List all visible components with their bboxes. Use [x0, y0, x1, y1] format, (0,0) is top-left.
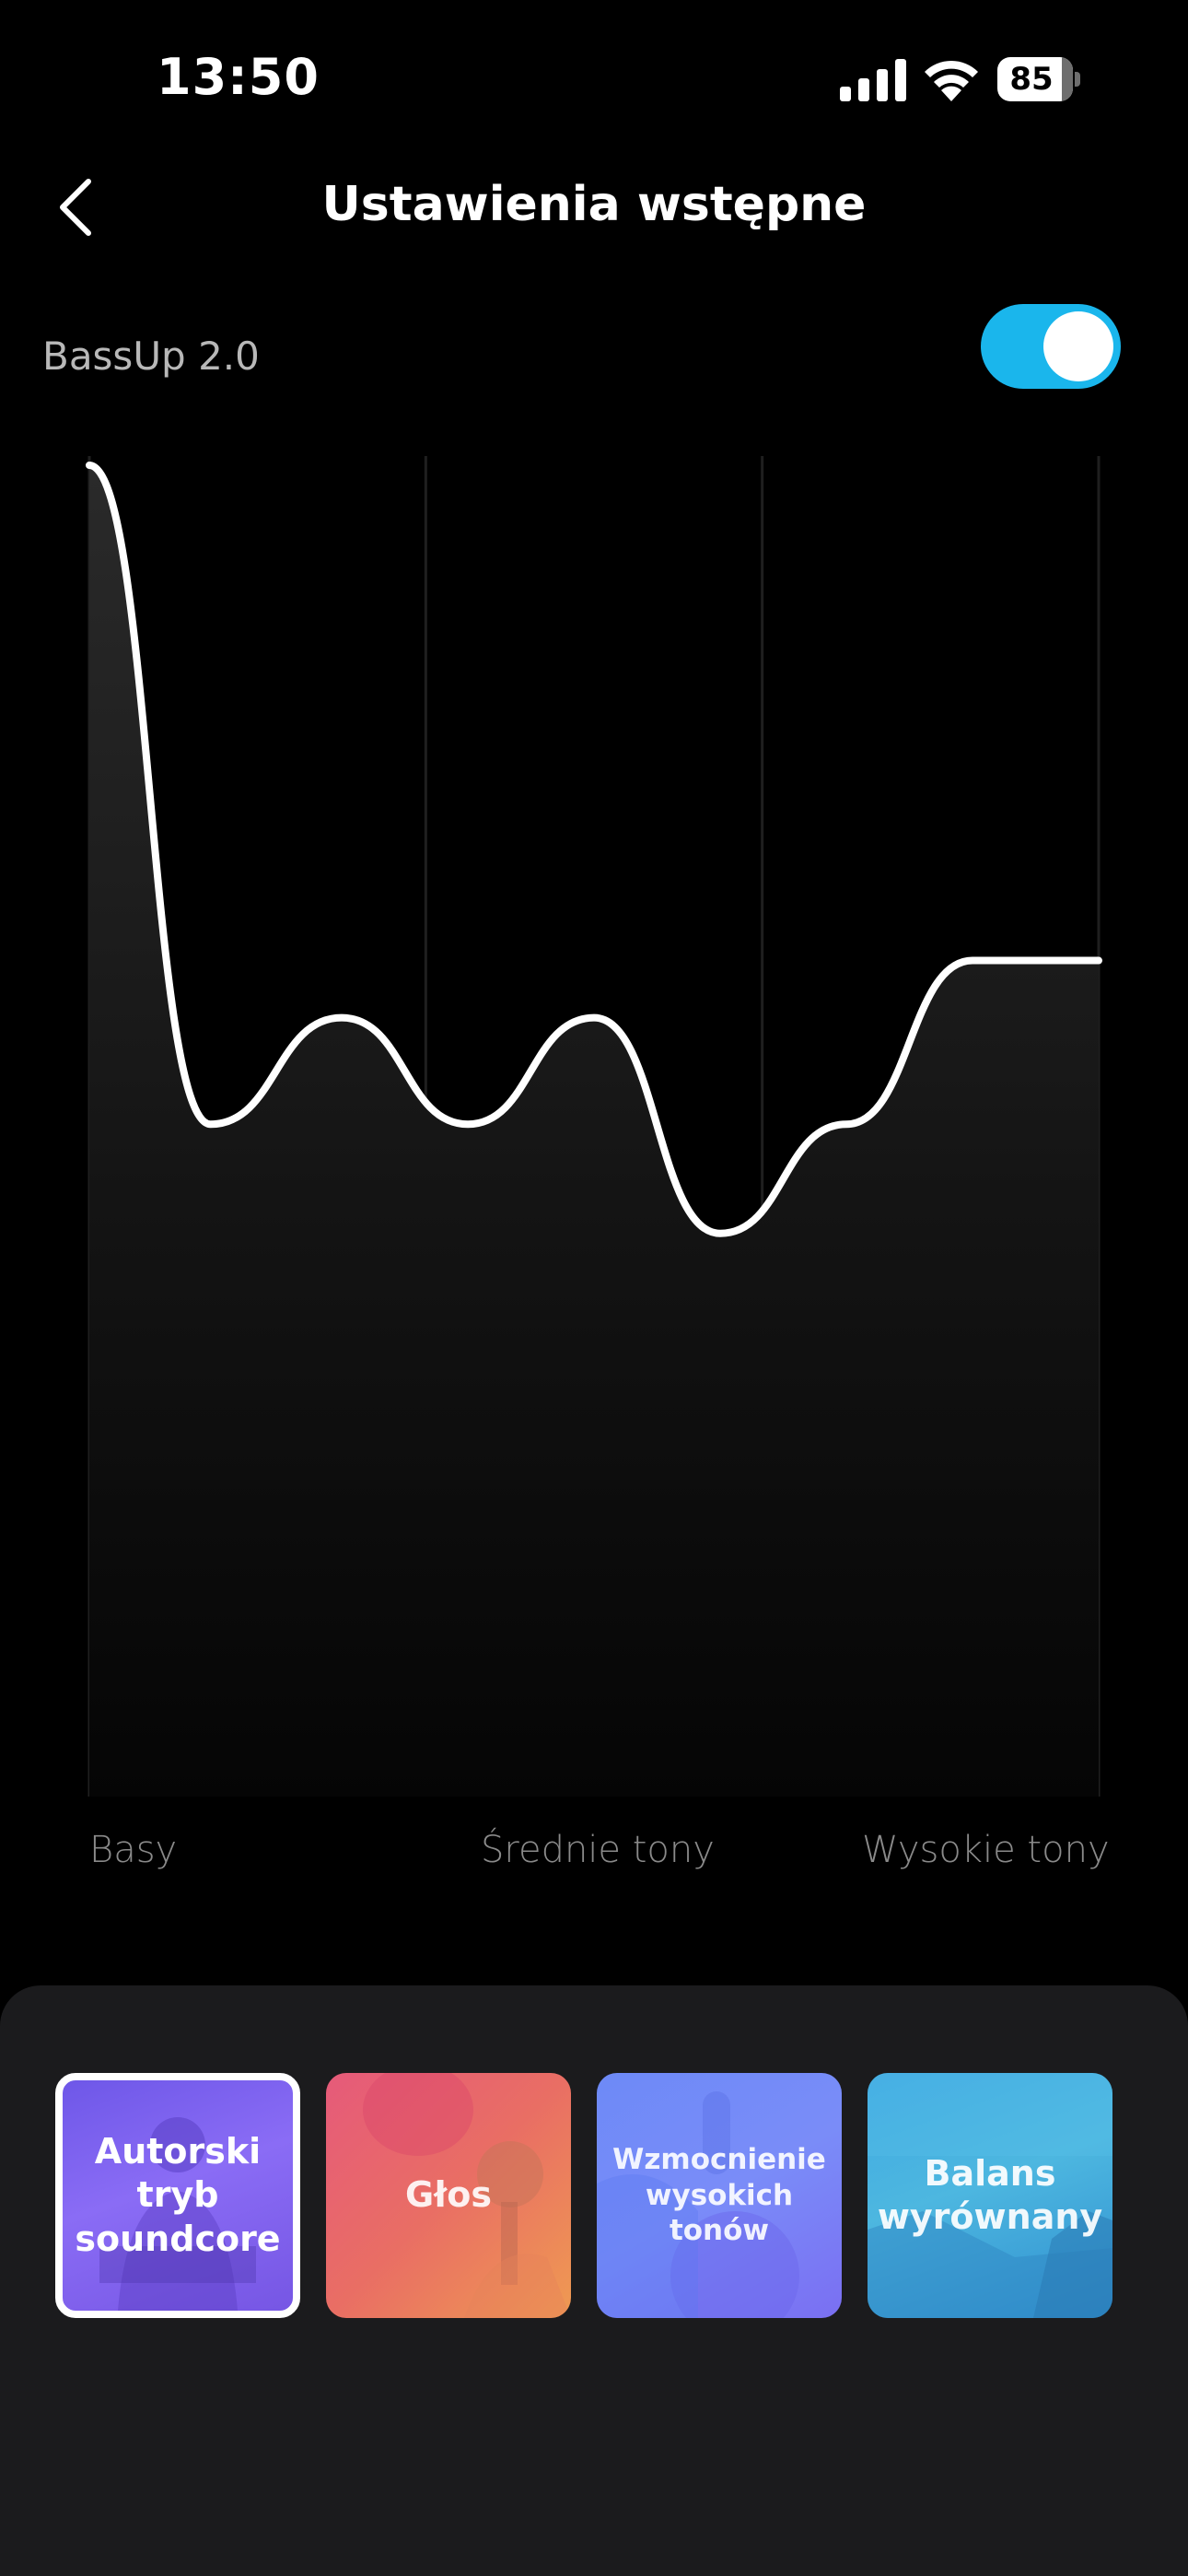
bassup-label: BassUp 2.0 [42, 334, 260, 379]
eq-curve-area [89, 465, 1099, 1797]
preset-soundcore-signature[interactable]: Autorski tryb soundcore [55, 2073, 300, 2318]
preset-voice[interactable]: Głos [326, 2073, 571, 2318]
preset-label: Głos [404, 2174, 493, 2216]
preset-sheet: Autorski tryb soundcore Głos Wzmocnienie… [0, 1985, 1188, 2576]
eq-presets-screen: 13:50 85 Ustawienia wstępne BassUp 2.0 B… [0, 0, 1188, 2576]
wifi-icon [925, 60, 978, 101]
preset-label: Wzmocnienie wysokich tonów [612, 2142, 826, 2248]
eq-label-treble: Wysokie tony [862, 1829, 1110, 1871]
page-title: Ustawienia wstępne [321, 177, 867, 232]
preset-balanced[interactable]: Balans wyrównany [868, 2073, 1112, 2318]
preset-label: Balans wyrównany [877, 2152, 1103, 2238]
signal-icon [840, 59, 906, 101]
preset-label: Autorski tryb soundcore [75, 2130, 281, 2259]
status-time: 13:50 [157, 48, 320, 106]
eq-label-bass: Basy [89, 1829, 178, 1871]
toggle-knob [1043, 311, 1113, 381]
bassup-toggle[interactable] [981, 304, 1121, 389]
eq-curve-chart[interactable] [0, 442, 1188, 1843]
status-bar: 13:50 85 [0, 0, 1188, 147]
eq-band-labels: Basy Średnie tony Wysokie tony [0, 1829, 1188, 1884]
preset-list: Autorski tryb soundcore Głos Wzmocnienie… [55, 2073, 1133, 2318]
preset-treble-boost[interactable]: Wzmocnienie wysokich tonów [597, 2073, 842, 2318]
eq-label-mid: Średnie tony [481, 1829, 715, 1871]
battery-level: 85 [1009, 61, 1054, 98]
battery-icon: 85 [997, 57, 1080, 101]
